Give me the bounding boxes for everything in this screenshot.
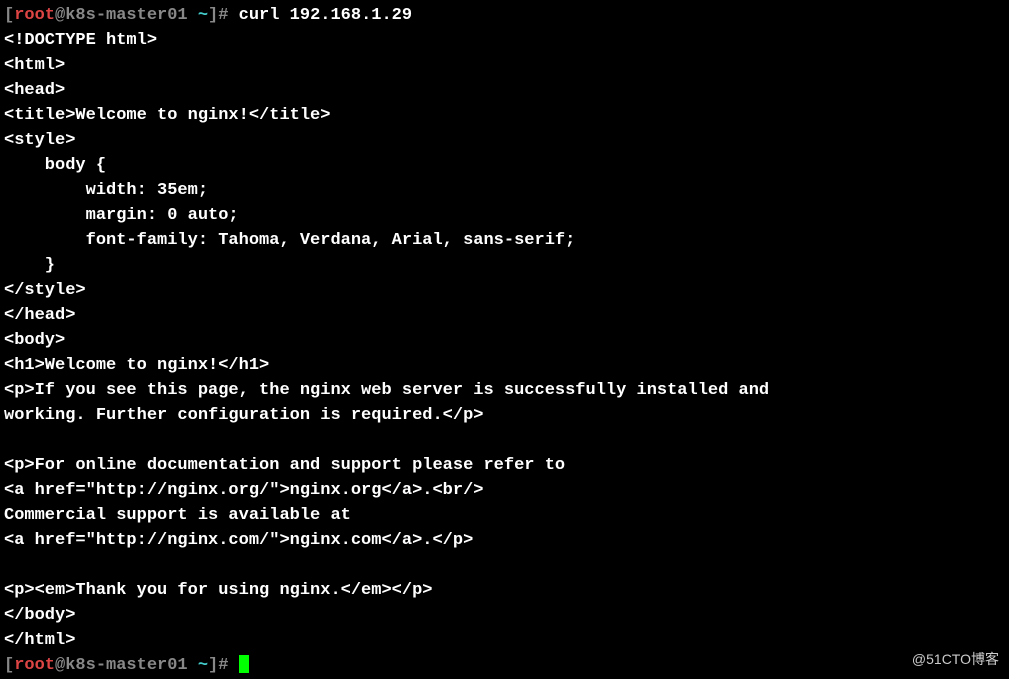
output-line: <a href="http://nginx.com/">nginx.com</a… (4, 531, 473, 550)
output-line: <p><em>Thank you for using nginx.</em></… (4, 581, 432, 600)
output-line: width: 35em; (4, 181, 208, 200)
prompt-bracket-open: [ (4, 6, 14, 25)
prompt-cwd: ~ (198, 6, 208, 25)
output-line: <title>Welcome to nginx!</title> (4, 106, 330, 125)
prompt-host: @k8s-master01 (55, 656, 198, 675)
output-line: <h1>Welcome to nginx!</h1> (4, 356, 269, 375)
prompt-close: ]# (208, 656, 239, 675)
prompt-close: ]# (208, 6, 239, 25)
prompt-cwd: ~ (198, 656, 208, 675)
output-line: <head> (4, 81, 65, 100)
output-line: <a href="http://nginx.org/">nginx.org</a… (4, 481, 483, 500)
output-line: <html> (4, 56, 65, 75)
output-line: </style> (4, 281, 86, 300)
output-line: <p>For online documentation and support … (4, 456, 565, 475)
output-line: } (4, 256, 55, 275)
output-line: <style> (4, 131, 75, 150)
output-line: <!DOCTYPE html> (4, 31, 157, 50)
prompt-user: root (14, 6, 55, 25)
output-line: margin: 0 auto; (4, 206, 239, 225)
output-line: </head> (4, 306, 75, 325)
output-line: working. Further configuration is requir… (4, 406, 483, 425)
terminal-output[interactable]: [root@k8s-master01 ~]# curl 192.168.1.29… (4, 4, 1009, 679)
output-line: </body> (4, 606, 75, 625)
output-line: Commercial support is available at (4, 506, 351, 525)
output-line: font-family: Tahoma, Verdana, Arial, san… (4, 231, 575, 250)
watermark: @51CTO博客 (912, 649, 999, 670)
output-line: <body> (4, 331, 65, 350)
prompt-bracket-open: [ (4, 656, 14, 675)
prompt-user: root (14, 656, 55, 675)
terminal-cursor (239, 655, 249, 673)
output-line: body { (4, 156, 106, 175)
prompt-host: @k8s-master01 (55, 6, 198, 25)
command-input: curl 192.168.1.29 (239, 6, 412, 25)
output-line: <p>If you see this page, the nginx web s… (4, 381, 769, 400)
output-line: </html> (4, 631, 75, 650)
